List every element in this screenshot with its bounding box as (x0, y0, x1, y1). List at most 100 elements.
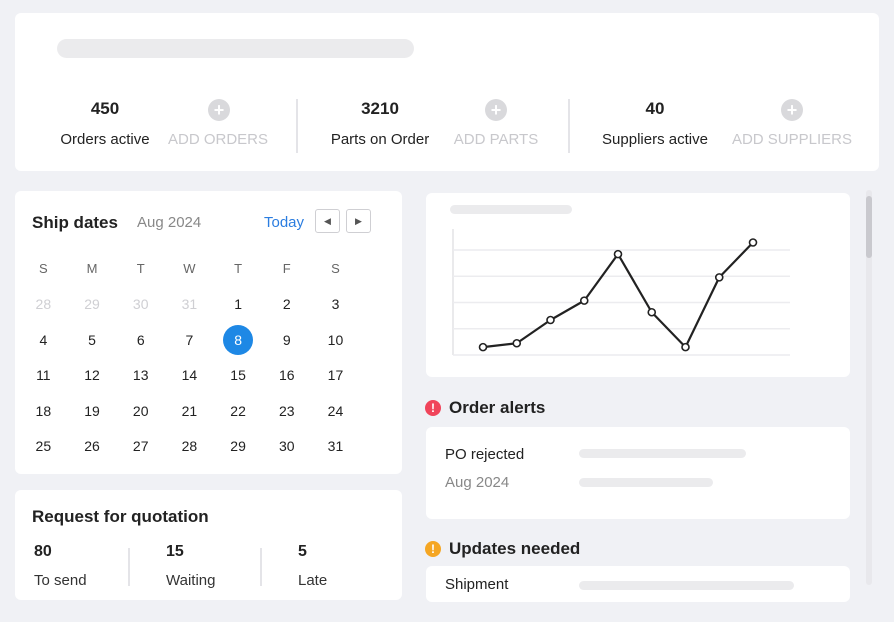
calendar-day-number: 18 (35, 402, 52, 419)
calendar-day[interactable]: 30 (116, 289, 165, 319)
calendar-day[interactable]: 28 (19, 289, 68, 319)
prev-month-button[interactable]: ◀ (315, 209, 340, 233)
calendar-day[interactable]: 30 (262, 431, 311, 461)
alert-row-date: Aug 2024 (445, 474, 510, 491)
calendar-day[interactable]: 24 (311, 396, 360, 426)
calendar-day[interactable]: 29 (68, 289, 117, 319)
calendar-day-selected[interactable]: 8 (214, 324, 263, 355)
calendar-day[interactable]: 6 (116, 325, 165, 355)
calendar-day[interactable]: 5 (68, 325, 117, 355)
chevron-right-icon: ▶ (355, 216, 362, 226)
rfq-card: Request for quotation 80 To send 15 Wait… (15, 490, 402, 600)
calendar-day[interactable]: 23 (262, 396, 311, 426)
calendar-day[interactable]: 4 (19, 325, 68, 355)
calendar-day-number: 25 (35, 438, 52, 455)
calendar-day[interactable]: 16 (262, 360, 311, 390)
weekday-label: T (234, 260, 243, 276)
order-alerts-card[interactable]: PO rejected Aug 2024 (426, 427, 850, 519)
calendar-day[interactable]: 27 (116, 431, 165, 461)
calendar-day[interactable]: 31 (311, 431, 360, 461)
add-parts-icon: + (485, 99, 507, 121)
divider (128, 548, 130, 586)
calendar-day-number: 19 (84, 402, 100, 419)
weekday-header: SMTWTFS (19, 251, 399, 287)
alert-icon: ! (425, 400, 441, 416)
calendar-day-number: 26 (84, 438, 100, 455)
calendar-week: 25 26 27 28 29 30 31 (19, 429, 399, 465)
calendar-day[interactable]: 22 (214, 396, 263, 426)
calendar-day-number: 31 (181, 296, 198, 313)
parts-on-order-label: Parts on Order (330, 131, 430, 148)
divider (296, 99, 298, 153)
data-point (546, 315, 555, 325)
add-parts-label: ADD PARTS (453, 131, 539, 148)
calendar-week: 18 19 20 21 22 23 24 (19, 393, 399, 429)
add-suppliers-button[interactable]: + ADD SUPPLIERS (722, 99, 862, 159)
calendar-day[interactable]: 26 (68, 431, 117, 461)
calendar-day[interactable]: 28 (165, 431, 214, 461)
calendar-day-number: 31 (327, 438, 344, 455)
add-suppliers-label: ADD SUPPLIERS (731, 131, 853, 148)
calendar-week: 4 5 6 7 8 9 10 (19, 322, 399, 358)
updates-needed-card[interactable]: Shipment (426, 566, 850, 602)
calendar-day-number: 27 (132, 438, 149, 455)
calendar-title: Ship dates (32, 213, 118, 232)
data-point (647, 307, 657, 317)
data-point (512, 338, 522, 348)
text-placeholder (579, 449, 746, 458)
calendar-day[interactable]: 15 (214, 360, 263, 390)
calendar-day[interactable]: 21 (165, 396, 214, 426)
calendar-day-number: 24 (327, 402, 344, 419)
add-suppliers-icon: + (781, 99, 803, 121)
calendar-day[interactable]: 3 (311, 289, 360, 319)
calendar-day-number: 2 (282, 296, 291, 313)
calendar-day[interactable]: 14 (165, 360, 214, 390)
update-row-label: Shipment (445, 576, 509, 593)
calendar-day[interactable]: 7 (165, 325, 214, 355)
calendar-day-number: 30 (278, 438, 295, 455)
calendar-day-number: 8 (223, 324, 254, 355)
calendar-day[interactable]: 17 (311, 360, 360, 390)
orders-active-label: Orders active (60, 131, 150, 148)
calendar-day-number: 30 (132, 296, 149, 313)
calendar-day[interactable]: 11 (19, 360, 68, 390)
add-parts-button[interactable]: + ADD PARTS (426, 99, 566, 159)
calendar-day-number: 28 (181, 438, 198, 455)
calendar-day[interactable]: 12 (68, 360, 117, 390)
suppliers-active-label: Suppliers active (602, 131, 708, 148)
today-button[interactable]: Today (264, 214, 304, 231)
calendar-day-number: 6 (136, 331, 145, 348)
calendar-day[interactable]: 25 (19, 431, 68, 461)
calendar-day-number: 29 (230, 438, 246, 455)
next-month-button[interactable]: ▶ (346, 209, 371, 233)
text-placeholder (579, 581, 794, 590)
chevron-left-icon: ◀ (324, 216, 331, 226)
calendar-day-number: 22 (230, 402, 246, 419)
calendar-day-number: 7 (185, 331, 194, 348)
order-alerts-title: Order alerts (449, 398, 546, 417)
calendar-day[interactable]: 19 (68, 396, 117, 426)
calendar-day[interactable]: 31 (165, 289, 214, 319)
data-point (478, 342, 488, 352)
calendar-day[interactable]: 13 (116, 360, 165, 390)
add-orders-button[interactable]: + ADD ORDERS (148, 99, 288, 159)
calendar-day-number: 4 (39, 331, 48, 348)
calendar-day[interactable]: 10 (311, 325, 360, 355)
add-orders-icon: + (208, 99, 230, 121)
calendar-day[interactable]: 1 (214, 289, 263, 319)
data-point (714, 273, 724, 282)
text-placeholder (579, 478, 713, 487)
calendar-day-number: 5 (88, 331, 96, 348)
calendar-day-number: 11 (36, 367, 51, 384)
weekday-label: S (39, 260, 48, 276)
to-send-count: 80 (34, 543, 52, 560)
calendar-day[interactable]: 18 (19, 396, 68, 426)
calendar-day[interactable]: 2 (262, 289, 311, 319)
calendar-day[interactable]: 20 (116, 396, 165, 426)
weekday-label: M (86, 260, 98, 276)
scrollbar-thumb[interactable] (866, 196, 872, 258)
calendar-day[interactable]: 29 (214, 431, 263, 461)
stats-card: 450 Orders active + ADD ORDERS 3210 Part… (15, 13, 879, 171)
ship-dates-calendar: Ship dates Aug 2024 Today ◀ ▶ SMTWTFS 28… (15, 191, 402, 474)
calendar-day[interactable]: 9 (262, 325, 311, 355)
